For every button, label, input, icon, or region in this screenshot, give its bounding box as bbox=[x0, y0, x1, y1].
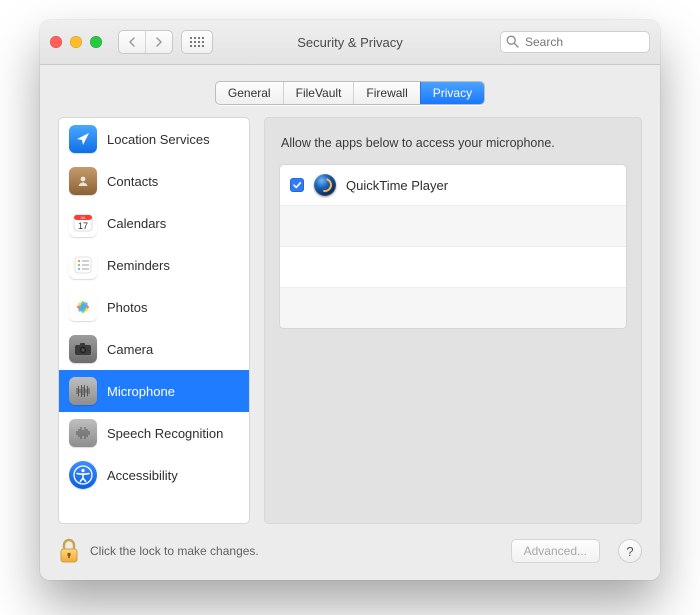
nav-forward-button[interactable] bbox=[145, 31, 172, 53]
sidebar-item-contacts[interactable]: Contacts bbox=[59, 160, 249, 202]
app-name: QuickTime Player bbox=[346, 178, 448, 193]
lock-button[interactable] bbox=[58, 538, 80, 564]
sidebar-item-location-services[interactable]: Location Services bbox=[59, 118, 249, 160]
window-controls bbox=[50, 36, 102, 48]
sidebar-item-label: Calendars bbox=[107, 216, 166, 231]
footer: Click the lock to make changes. Advanced… bbox=[58, 538, 642, 564]
sidebar-item-calendars[interactable]: JUL17 Calendars bbox=[59, 202, 249, 244]
contacts-icon bbox=[69, 167, 97, 195]
detail-prompt: Allow the apps below to access your micr… bbox=[281, 136, 625, 150]
sidebar-item-reminders[interactable]: Reminders bbox=[59, 244, 249, 286]
svg-text:17: 17 bbox=[78, 221, 88, 231]
tab-privacy[interactable]: Privacy bbox=[420, 82, 484, 104]
photos-icon bbox=[69, 293, 97, 321]
app-list: QuickTime Player bbox=[279, 164, 627, 329]
sidebar-item-camera[interactable]: Camera bbox=[59, 328, 249, 370]
search-field-wrap bbox=[500, 31, 650, 53]
app-checkbox[interactable] bbox=[290, 178, 304, 192]
sidebar-item-label: Reminders bbox=[107, 258, 170, 273]
search-input[interactable] bbox=[500, 31, 650, 53]
microphone-icon bbox=[69, 377, 97, 405]
privacy-sidebar: Location Services Contacts JUL17 Calenda… bbox=[58, 117, 250, 524]
preferences-window: Security & Privacy General FileVault Fir… bbox=[40, 20, 660, 580]
chevron-right-icon bbox=[155, 37, 163, 47]
sidebar-item-label: Microphone bbox=[107, 384, 175, 399]
sidebar-item-label: Speech Recognition bbox=[107, 426, 223, 441]
sidebar-item-label: Accessibility bbox=[107, 468, 178, 483]
lock-hint-text: Click the lock to make changes. bbox=[90, 544, 259, 558]
calendar-icon: JUL17 bbox=[69, 209, 97, 237]
zoom-window-button[interactable] bbox=[90, 36, 102, 48]
location-icon bbox=[69, 125, 97, 153]
minimize-window-button[interactable] bbox=[70, 36, 82, 48]
tab-filevault[interactable]: FileVault bbox=[283, 82, 354, 104]
advanced-button[interactable]: Advanced... bbox=[511, 539, 600, 563]
close-window-button[interactable] bbox=[50, 36, 62, 48]
chevron-left-icon bbox=[128, 37, 136, 47]
lock-icon bbox=[58, 538, 80, 564]
nav-back-button[interactable] bbox=[119, 31, 145, 53]
tabs-row: General FileVault Firewall Privacy bbox=[40, 65, 660, 117]
app-row-empty bbox=[280, 247, 626, 288]
sidebar-item-accessibility[interactable]: Accessibility bbox=[59, 454, 249, 496]
sidebar-item-label: Contacts bbox=[107, 174, 158, 189]
sidebar-item-photos[interactable]: Photos bbox=[59, 286, 249, 328]
help-button[interactable]: ? bbox=[618, 539, 642, 563]
nav-back-forward bbox=[118, 30, 173, 54]
sidebar-item-speech-recognition[interactable]: Speech Recognition bbox=[59, 412, 249, 454]
tab-firewall[interactable]: Firewall bbox=[353, 82, 419, 104]
tab-general[interactable]: General bbox=[216, 82, 283, 104]
grid-icon bbox=[190, 37, 204, 47]
panels: Location Services Contacts JUL17 Calenda… bbox=[58, 117, 642, 524]
check-icon bbox=[292, 180, 302, 190]
app-row-quicktime-player[interactable]: QuickTime Player bbox=[280, 165, 626, 206]
camera-icon bbox=[69, 335, 97, 363]
reminders-icon bbox=[69, 251, 97, 279]
app-row-empty bbox=[280, 288, 626, 328]
detail-panel: Allow the apps below to access your micr… bbox=[264, 117, 642, 524]
speech-icon bbox=[69, 419, 97, 447]
title-bar: Security & Privacy bbox=[40, 20, 660, 65]
accessibility-icon bbox=[69, 461, 97, 489]
content-area: Location Services Contacts JUL17 Calenda… bbox=[40, 117, 660, 580]
search-icon bbox=[506, 35, 519, 48]
app-row-empty bbox=[280, 206, 626, 247]
sidebar-item-label: Photos bbox=[107, 300, 147, 315]
sidebar-item-microphone[interactable]: Microphone bbox=[59, 370, 249, 412]
sidebar-item-label: Camera bbox=[107, 342, 153, 357]
svg-text:JUL: JUL bbox=[80, 216, 86, 220]
preference-tabs: General FileVault Firewall Privacy bbox=[215, 81, 485, 105]
quicktime-icon bbox=[314, 174, 336, 196]
show-all-button[interactable] bbox=[181, 30, 213, 54]
sidebar-item-label: Location Services bbox=[107, 132, 210, 147]
